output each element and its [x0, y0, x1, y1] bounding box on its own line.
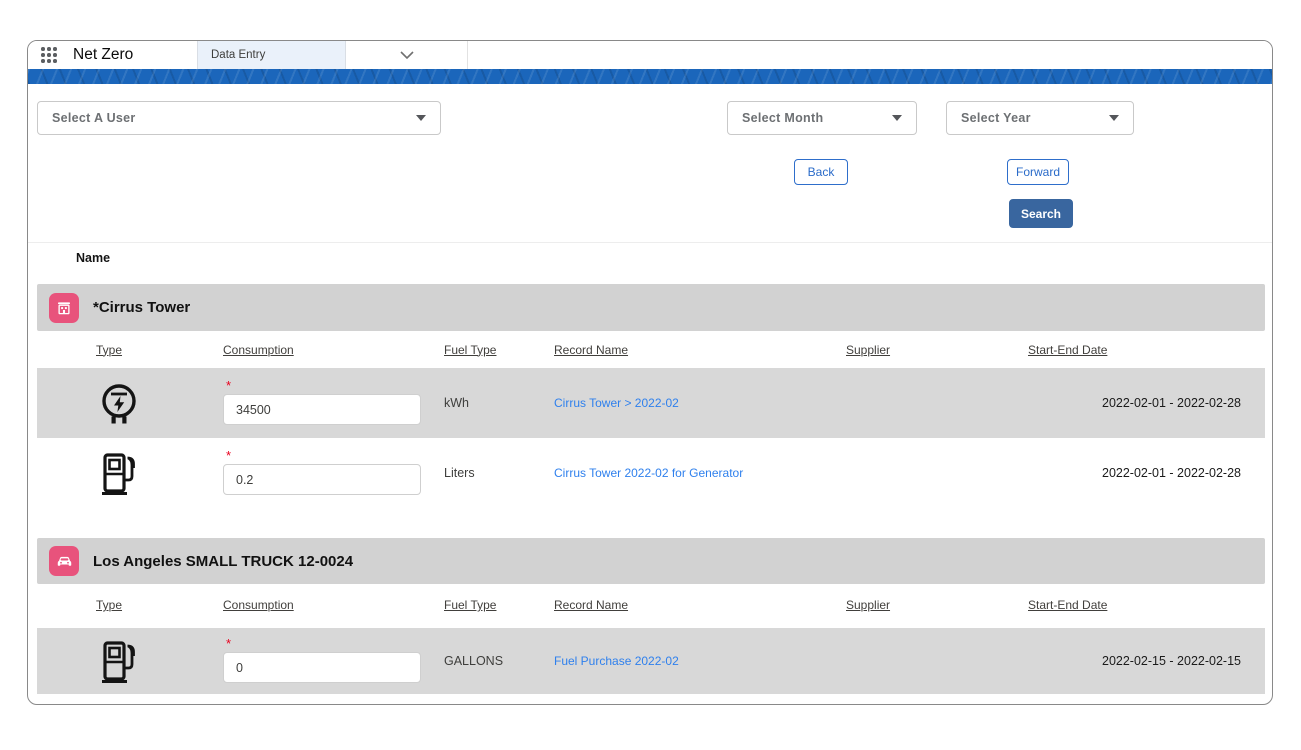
- app-launcher-icon[interactable]: [41, 47, 57, 63]
- consumption-input[interactable]: [223, 394, 421, 425]
- section-header-cirrus-tower: *Cirrus Tower: [37, 284, 1265, 331]
- back-button[interactable]: Back: [794, 159, 848, 185]
- column-header-supplier[interactable]: Supplier: [846, 598, 1028, 612]
- chevron-down-icon: [1109, 115, 1119, 121]
- column-header-consumption[interactable]: Consumption: [223, 343, 444, 357]
- chevron-down-icon: [892, 115, 902, 121]
- column-header-type[interactable]: Type: [37, 598, 223, 612]
- start-end-date-value: 2022-02-01 - 2022-02-28: [1102, 396, 1241, 410]
- table-row: * Liters Cirrus Tower 2022-02 for Genera…: [37, 438, 1265, 508]
- record-name-link[interactable]: Cirrus Tower 2022-02 for Generator: [554, 466, 743, 480]
- user-select[interactable]: Select A User: [37, 101, 441, 135]
- consumption-field: *: [223, 438, 444, 508]
- fuel-pump-icon: [37, 638, 223, 684]
- consumption-input[interactable]: [223, 652, 421, 683]
- chevron-down-icon: [416, 115, 426, 121]
- fuel-pump-icon: [37, 450, 223, 496]
- section-title: *Cirrus Tower: [93, 299, 191, 316]
- table-row: * GALLONS Fuel Purchase 2022-02 2022-02-…: [37, 628, 1265, 694]
- column-header-row: Type Consumption Fuel Type Record Name S…: [37, 584, 1265, 626]
- consumption-input[interactable]: [223, 464, 421, 495]
- month-select[interactable]: Select Month: [727, 101, 917, 135]
- app-window: Net Zero Data Entry Select A User Select…: [27, 40, 1273, 705]
- required-asterisk: *: [226, 636, 232, 651]
- section-header-small-truck: Los Angeles SMALL TRUCK 12-0024: [37, 538, 1265, 584]
- column-header-fuel-type[interactable]: Fuel Type: [444, 598, 554, 612]
- name-column-header: Name: [76, 251, 111, 265]
- fuel-type-value: GALLONS: [444, 654, 504, 668]
- year-select-placeholder: Select Year: [961, 111, 1031, 125]
- column-header-consumption[interactable]: Consumption: [223, 598, 444, 612]
- consumption-field: *: [223, 628, 444, 694]
- column-header-row: Type Consumption Fuel Type Record Name S…: [37, 331, 1265, 368]
- fuel-type-value: Liters: [444, 466, 475, 480]
- year-select[interactable]: Select Year: [946, 101, 1134, 135]
- column-header-supplier[interactable]: Supplier: [846, 343, 1028, 357]
- section-title: Los Angeles SMALL TRUCK 12-0024: [93, 552, 354, 570]
- fuel-type-value: kWh: [444, 396, 469, 410]
- building-icon: [49, 292, 79, 323]
- required-asterisk: *: [226, 448, 232, 463]
- app-title: Net Zero: [73, 46, 134, 63]
- start-end-date-value: 2022-02-01 - 2022-02-28: [1102, 466, 1241, 480]
- table-row: * kWh Cirrus Tower > 2022-02 2022-02-01 …: [37, 368, 1265, 438]
- column-header-record-name[interactable]: Record Name: [554, 343, 846, 357]
- app-header: Net Zero Data Entry: [28, 41, 1272, 69]
- user-select-placeholder: Select A User: [52, 111, 136, 125]
- column-header-fuel-type[interactable]: Fuel Type: [444, 343, 554, 357]
- column-header-record-name[interactable]: Record Name: [554, 598, 846, 612]
- tab-label: Data Entry: [211, 49, 266, 61]
- electric-meter-icon: [37, 381, 223, 426]
- consumption-field: *: [223, 368, 444, 438]
- column-header-start-end-date[interactable]: Start-End Date: [1028, 343, 1265, 357]
- tab-data-entry[interactable]: Data Entry: [197, 41, 346, 69]
- column-header-start-end-date[interactable]: Start-End Date: [1028, 598, 1265, 612]
- table-divider: [28, 242, 1272, 243]
- required-asterisk: *: [226, 378, 232, 393]
- start-end-date-value: 2022-02-15 - 2022-02-15: [1102, 654, 1241, 668]
- car-icon: [49, 546, 79, 576]
- column-header-type[interactable]: Type: [37, 343, 223, 357]
- record-name-link[interactable]: Cirrus Tower > 2022-02: [554, 396, 679, 410]
- record-name-link[interactable]: Fuel Purchase 2022-02: [554, 654, 679, 668]
- forward-button[interactable]: Forward: [1007, 159, 1069, 185]
- tab-menu-button[interactable]: [346, 41, 468, 69]
- month-select-placeholder: Select Month: [742, 111, 824, 125]
- search-button[interactable]: Search: [1009, 199, 1073, 228]
- brand-band: [28, 69, 1272, 84]
- chevron-down-icon: [399, 51, 414, 59]
